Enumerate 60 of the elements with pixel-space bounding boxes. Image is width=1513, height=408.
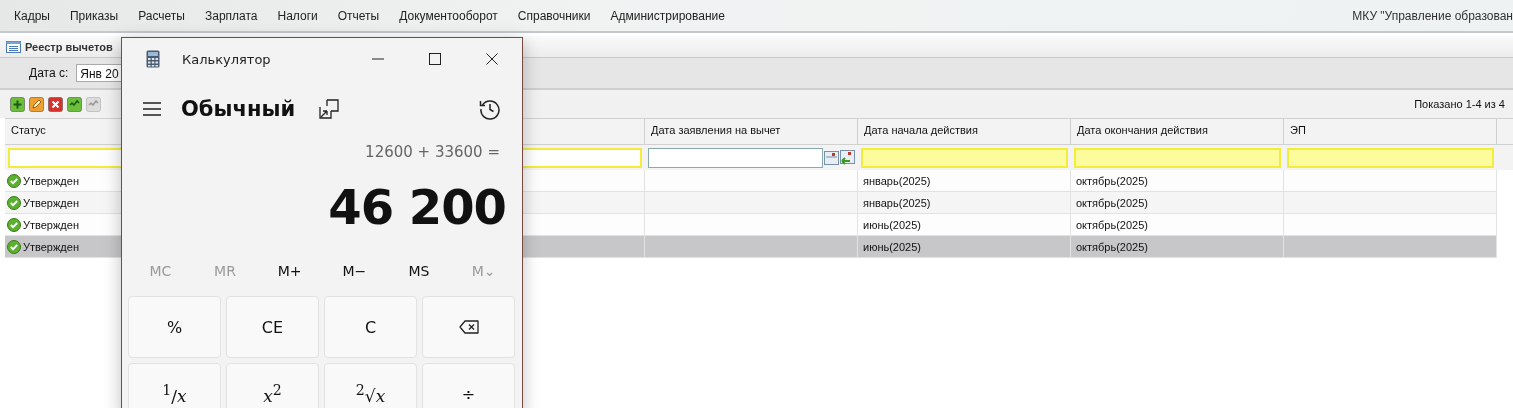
calculator-key[interactable]: % bbox=[128, 296, 221, 358]
column-header[interactable]: Дата окончания действия bbox=[1071, 119, 1284, 144]
add-icon[interactable] bbox=[10, 96, 25, 112]
menu-item[interactable]: Зарплата bbox=[204, 8, 258, 23]
maximize-icon[interactable] bbox=[429, 53, 441, 65]
calculator-icon bbox=[146, 50, 160, 68]
list-icon bbox=[6, 40, 21, 53]
calendar-icon[interactable] bbox=[824, 149, 839, 166]
table-cell: январь(2025) bbox=[863, 174, 931, 187]
table-cell: октябрь(2025) bbox=[1076, 196, 1148, 209]
memory-button[interactable]: M+ bbox=[257, 259, 322, 283]
date-label: Дата с: bbox=[29, 66, 69, 80]
menu-item[interactable]: Администрирование bbox=[610, 8, 725, 23]
check-circle-icon bbox=[7, 173, 21, 188]
keep-on-top-icon[interactable] bbox=[319, 99, 340, 119]
menu-item[interactable]: Документооборот bbox=[399, 8, 498, 23]
column-header[interactable]: ЭП bbox=[1284, 119, 1497, 144]
menu-item[interactable]: Налоги bbox=[277, 8, 318, 23]
paging-info: Показано 1-4 из 4 bbox=[1414, 98, 1505, 110]
check-circle-icon bbox=[7, 217, 21, 232]
menu-item[interactable]: Справочники bbox=[517, 8, 591, 23]
calculator-key[interactable]: x$^{2}$ bbox=[226, 363, 319, 408]
memory-button[interactable]: MS bbox=[386, 259, 452, 283]
table-cell: Утвержден bbox=[23, 218, 79, 231]
menu-item[interactable]: Приказы bbox=[69, 8, 119, 23]
table-cell: октябрь(2025) bbox=[1076, 218, 1148, 231]
calculator-key[interactable]: C bbox=[324, 296, 417, 358]
menu-item[interactable]: Отчеты bbox=[337, 8, 380, 23]
pencil-icon[interactable] bbox=[29, 96, 44, 112]
check-circle-icon bbox=[7, 239, 21, 254]
table-cell: октябрь(2025) bbox=[1076, 174, 1148, 187]
table-cell: июнь(2025) bbox=[863, 240, 921, 253]
window-title: Калькулятор bbox=[182, 51, 271, 67]
table-cell: Утвержден bbox=[23, 196, 79, 209]
calculator-key[interactable]: $^{1}$/x bbox=[128, 363, 221, 408]
menu-item[interactable]: Кадры bbox=[14, 8, 50, 23]
calculator-key[interactable]: $^{2}$√x bbox=[324, 363, 417, 408]
panel-title: Реестр вычетов bbox=[25, 40, 113, 53]
delete-icon[interactable] bbox=[48, 96, 63, 112]
menu-item[interactable]: Расчеты bbox=[138, 8, 185, 23]
backspace-icon bbox=[458, 320, 479, 334]
table-cell: Утвержден bbox=[23, 174, 79, 187]
table-cell: июнь(2025) bbox=[863, 218, 921, 231]
column-header[interactable]: Дата начала действия bbox=[858, 119, 1071, 144]
calendar-clear-icon[interactable] bbox=[840, 149, 855, 166]
menu-icon[interactable] bbox=[143, 102, 161, 116]
memory-button[interactable]: M− bbox=[322, 259, 387, 283]
table-cell: октябрь(2025) bbox=[1076, 240, 1148, 253]
history-icon[interactable] bbox=[479, 98, 501, 120]
organization-name: МКУ "Управление образован bbox=[1352, 8, 1513, 23]
calculator-key[interactable]: CE bbox=[226, 296, 319, 358]
table-cell: Утвержден bbox=[23, 240, 79, 253]
column-header[interactable]: Дата заявления на вычет bbox=[645, 119, 858, 144]
check-circle-icon bbox=[7, 195, 21, 210]
filter-field[interactable] bbox=[648, 147, 823, 168]
expression-text: 12600 + 33600 = bbox=[365, 142, 500, 163]
table-cell: январь(2025) bbox=[863, 196, 931, 209]
calculator-key[interactable]: ÷ bbox=[422, 363, 515, 408]
close-icon[interactable] bbox=[486, 53, 498, 65]
mode-title: Обычный bbox=[181, 97, 296, 121]
